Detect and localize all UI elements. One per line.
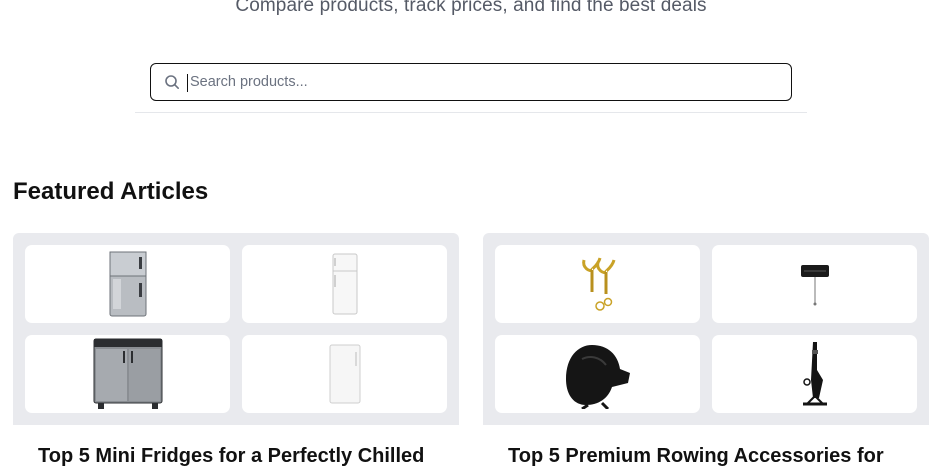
- tall-white-fridge-icon: [332, 253, 357, 315]
- search-bar[interactable]: [150, 63, 792, 101]
- article-thumbnail: [25, 335, 230, 413]
- black-rower-cover-icon: [565, 345, 630, 409]
- header-divider: [135, 112, 807, 113]
- article-card-body: Top 5 Premium Rowing Accessories for: [483, 425, 929, 471]
- article-card-body: Top 5 Mini Fridges for a Perfectly Chill…: [13, 425, 459, 471]
- article-thumbnail: [712, 245, 917, 323]
- text-caret: [187, 74, 188, 92]
- article-image-grid: [495, 245, 917, 413]
- featured-articles-heading: Featured Articles: [13, 178, 209, 205]
- article-image-grid: [25, 245, 447, 413]
- search-input[interactable]: [188, 64, 791, 100]
- article-thumbnail: [242, 245, 447, 323]
- brass-oarlocks-icon: [581, 257, 615, 311]
- article-thumbnail: [242, 335, 447, 413]
- article-thumbnail: [495, 245, 700, 323]
- mini-fridge-silver-icon: [109, 251, 146, 317]
- article-title[interactable]: Top 5 Mini Fridges for a Perfectly Chill…: [38, 445, 424, 468]
- page-subtitle: Compare products, track prices, and find…: [235, 0, 707, 16]
- article-thumbnail: [25, 245, 230, 323]
- stainless-mini-fridge-icon: [93, 338, 162, 409]
- black-handle-icon: [800, 265, 829, 306]
- article-card-mini-fridges[interactable]: Top 5 Mini Fridges for a Perfectly Chill…: [13, 233, 459, 471]
- search-icon: [164, 74, 180, 90]
- article-title[interactable]: Top 5 Premium Rowing Accessories for: [508, 445, 884, 468]
- article-card-rowing-accessories[interactable]: Top 5 Premium Rowing Accessories for: [483, 233, 929, 471]
- white-upright-freezer-icon: [329, 344, 360, 404]
- upright-rower-stand-icon: [802, 342, 827, 406]
- article-thumbnail: [712, 335, 917, 413]
- article-thumbnail: [495, 335, 700, 413]
- page: Compare products, track prices, and find…: [0, 0, 942, 471]
